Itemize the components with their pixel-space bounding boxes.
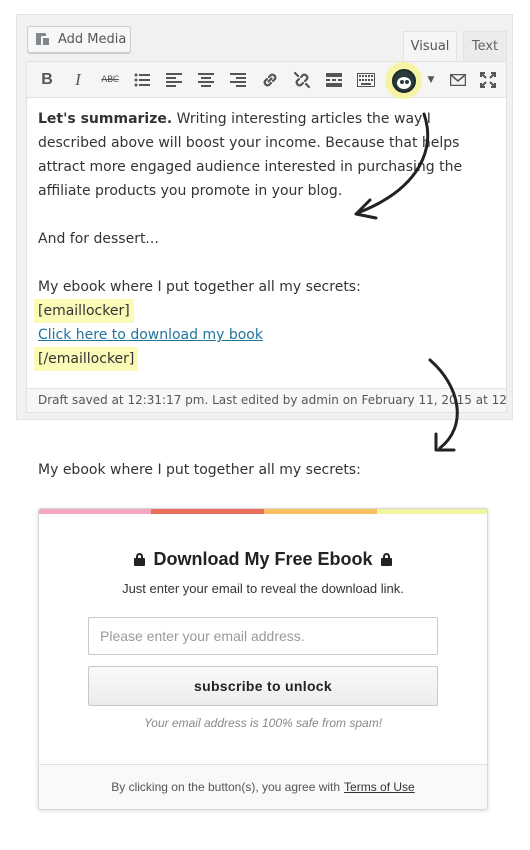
editor-toolbar: B I ABC ▼: [27, 62, 506, 99]
media-icon: [36, 32, 52, 48]
chevron-down-icon[interactable]: ▼: [420, 69, 442, 91]
summary-bold: Let's summarize.: [38, 111, 173, 127]
align-left-icon[interactable]: [163, 69, 185, 91]
align-right-icon[interactable]: [227, 69, 249, 91]
lock-icon: [134, 553, 146, 566]
locker-title-text: Download My Free Ebook: [153, 549, 373, 569]
spam-note: Your email address is 100% safe from spa…: [143, 716, 383, 730]
tab-text[interactable]: Text: [463, 31, 507, 61]
terms-link[interactable]: Terms of Use: [344, 780, 415, 794]
footer-text: By clicking on the button(s), you agree …: [111, 780, 341, 794]
lock-icon: [380, 553, 392, 566]
toolbar-toggle-icon[interactable]: [355, 69, 377, 91]
subscribe-button[interactable]: subscribe to unlock: [88, 666, 438, 706]
insert-link-icon[interactable]: [259, 69, 281, 91]
add-media-label: Add Media: [58, 32, 127, 47]
stripe-yellow: [377, 509, 487, 514]
locker-footer: By clicking on the button(s), you agree …: [39, 764, 487, 809]
unlink-icon[interactable]: [291, 69, 313, 91]
download-link[interactable]: Click here to download my book: [38, 327, 263, 343]
preview-intro: My ebook where I put together all my sec…: [38, 462, 361, 478]
arrow-to-content-icon: [354, 112, 430, 220]
tab-visual[interactable]: Visual: [403, 31, 457, 61]
locker-subtitle: Just enter your email to reveal the down…: [122, 581, 404, 596]
bold-button[interactable]: B: [36, 69, 58, 91]
fullscreen-icon[interactable]: [477, 69, 499, 91]
add-media-button[interactable]: Add Media: [27, 26, 131, 53]
bulleted-list-icon[interactable]: [131, 69, 153, 91]
panda-icon: [391, 68, 416, 93]
align-center-icon[interactable]: [195, 69, 217, 91]
locker-title: Download My Free Ebook: [39, 549, 487, 570]
email-field[interactable]: [88, 617, 438, 655]
email-icon[interactable]: [447, 69, 469, 91]
ebook-line: My ebook where I put together all my sec…: [38, 279, 361, 295]
stripe-red: [151, 509, 264, 514]
italic-button[interactable]: I: [67, 69, 89, 91]
shortcode-close: [/emaillocker]: [34, 347, 139, 371]
stripe-orange: [264, 509, 377, 514]
shortcode-open: [emaillocker]: [34, 299, 134, 323]
arrow-to-preview-icon: [428, 358, 459, 452]
opt-in-panda-highlight[interactable]: [385, 62, 422, 99]
strikethrough-button[interactable]: ABC: [99, 69, 121, 91]
read-more-icon[interactable]: [323, 69, 345, 91]
stripe-pink: [39, 509, 151, 514]
dessert-line: And for dessert...: [38, 231, 159, 247]
email-locker: Download My Free Ebook Just enter your e…: [38, 508, 488, 810]
